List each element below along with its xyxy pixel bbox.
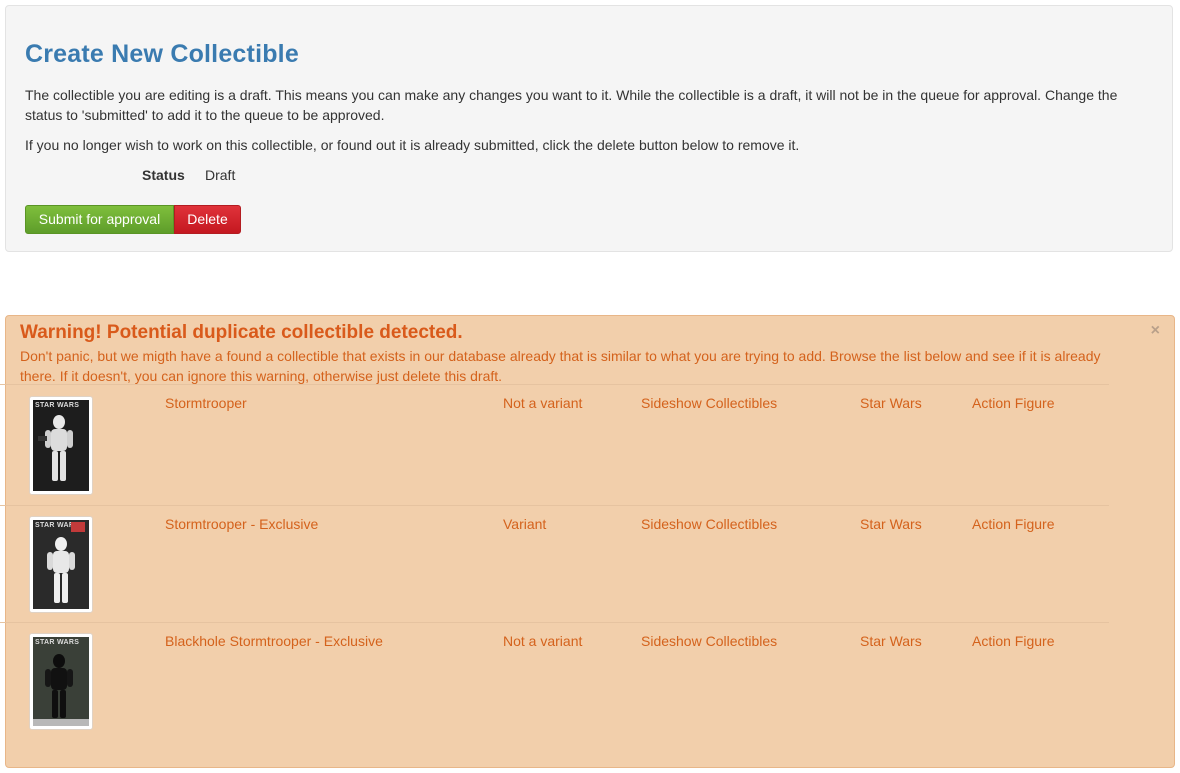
variant-value[interactable]: Variant bbox=[503, 516, 546, 532]
license-link[interactable]: Star Wars bbox=[860, 633, 922, 649]
variant-value[interactable]: Not a variant bbox=[503, 395, 582, 411]
stormtrooper-figure-icon bbox=[47, 522, 85, 603]
stormtrooper-figure-icon bbox=[38, 415, 73, 481]
collectible-image: STAR WARS bbox=[33, 400, 89, 491]
draft-panel: Create New Collectible The collectible y… bbox=[5, 5, 1173, 252]
collectible-name-link[interactable]: Blackhole Stormtrooper - Exclusive bbox=[165, 633, 383, 649]
delete-button[interactable]: Delete bbox=[174, 205, 241, 234]
type-link[interactable]: Action Figure bbox=[972, 633, 1054, 649]
status-label: Status bbox=[142, 167, 185, 183]
close-icon[interactable]: × bbox=[1151, 322, 1160, 340]
type-link[interactable]: Action Figure bbox=[972, 395, 1054, 411]
license-link[interactable]: Star Wars bbox=[860, 395, 922, 411]
manufacturer-link[interactable]: Sideshow Collectibles bbox=[641, 633, 777, 649]
blackhole-stormtrooper-figure-icon bbox=[33, 654, 89, 726]
warning-title: Warning! Potential duplicate collectible… bbox=[20, 322, 463, 343]
warning-message: Don't panic, but we migth have a found a… bbox=[20, 348, 1101, 384]
row-divider bbox=[0, 384, 1109, 385]
status-value: Draft bbox=[205, 167, 236, 183]
row-divider bbox=[0, 505, 1109, 506]
row-divider bbox=[0, 622, 1109, 623]
collectible-image: STAR WARS bbox=[33, 520, 89, 609]
collectible-image: STAR WARS bbox=[33, 637, 89, 726]
page-title: Create New Collectible bbox=[25, 40, 299, 68]
duplicate-warning-alert: Warning! Potential duplicate collectible… bbox=[0, 315, 1175, 768]
license-link[interactable]: Star Wars bbox=[860, 516, 922, 532]
collectible-thumbnail[interactable]: STAR WARS bbox=[29, 396, 93, 495]
manufacturer-link[interactable]: Sideshow Collectibles bbox=[641, 516, 777, 532]
collectible-name-link[interactable]: Stormtrooper bbox=[165, 395, 247, 411]
collectible-name-link[interactable]: Stormtrooper - Exclusive bbox=[165, 516, 318, 532]
type-link[interactable]: Action Figure bbox=[972, 516, 1054, 532]
delete-hint: If you no longer wish to work on this co… bbox=[25, 137, 800, 153]
draft-description: The collectible you are editing is a dra… bbox=[25, 87, 1118, 123]
variant-value[interactable]: Not a variant bbox=[503, 633, 582, 649]
collectible-thumbnail[interactable]: STAR WARS bbox=[29, 516, 93, 613]
submit-for-approval-button[interactable]: Submit for approval bbox=[25, 205, 174, 234]
manufacturer-link[interactable]: Sideshow Collectibles bbox=[641, 395, 777, 411]
collectible-thumbnail[interactable]: STAR WARS bbox=[29, 633, 93, 730]
